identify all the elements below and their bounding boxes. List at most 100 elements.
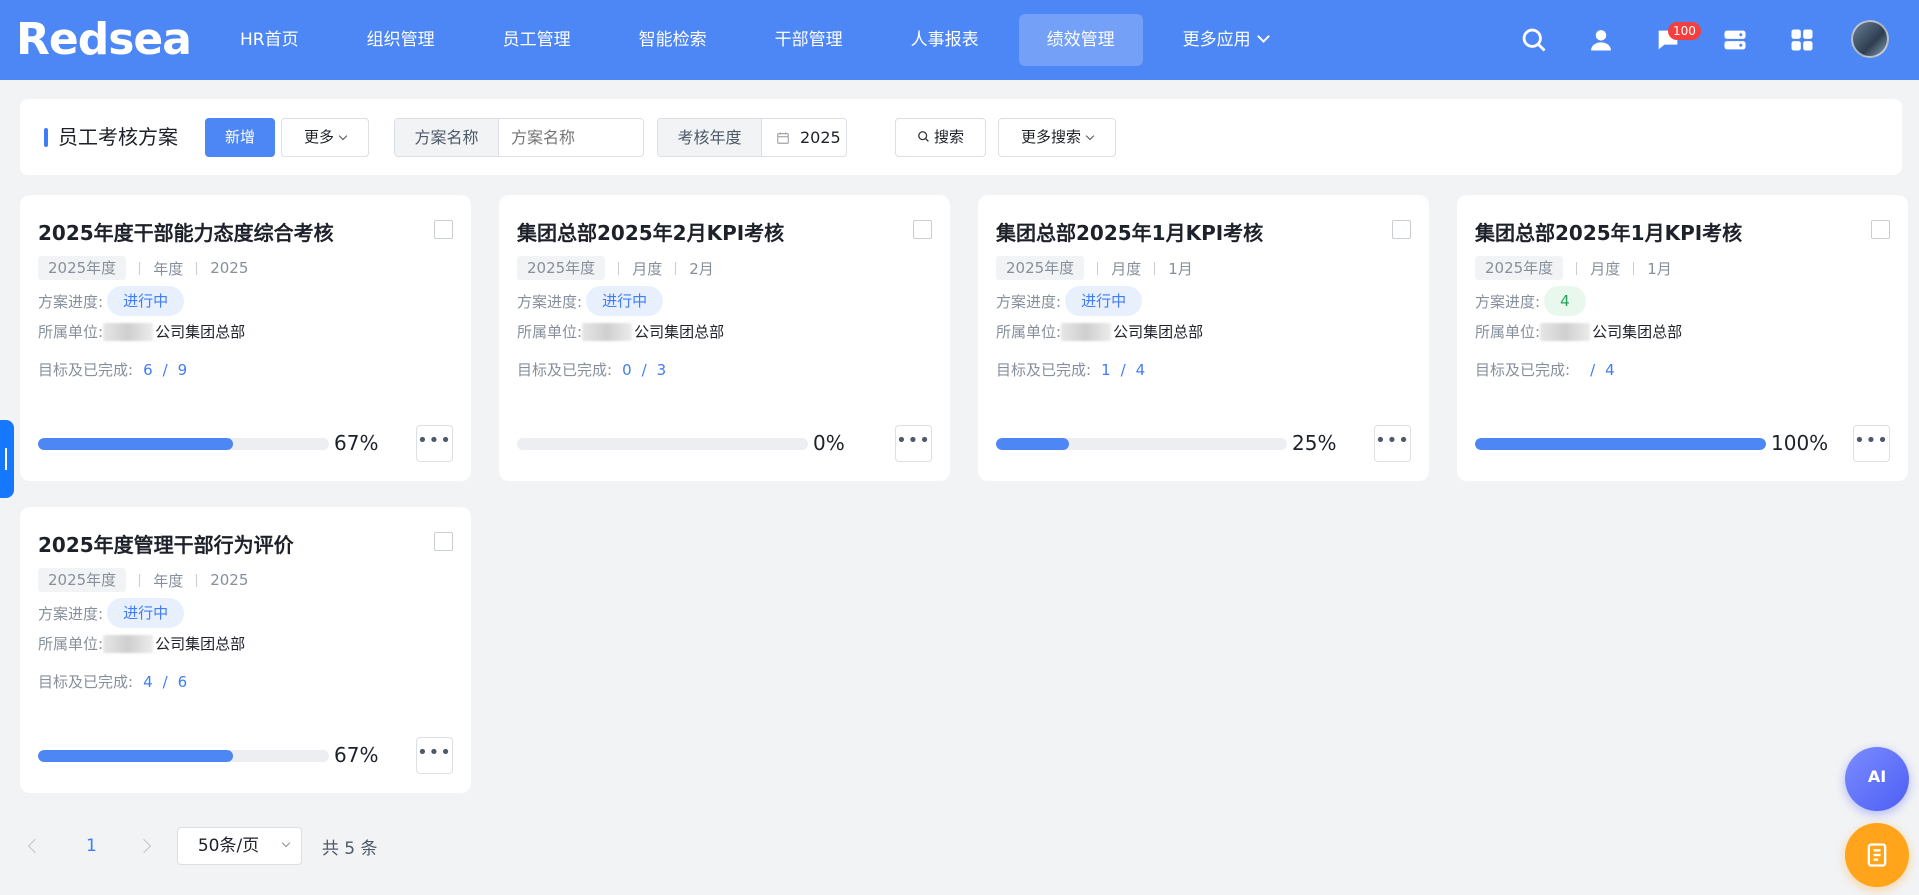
nav-item-org[interactable]: 组织管理 <box>339 14 463 66</box>
year-tag: 2025年度 <box>1475 256 1564 280</box>
divider <box>196 573 198 587</box>
divider <box>139 261 141 275</box>
prev-page-icon[interactable] <box>27 838 43 854</box>
nav-item-performance[interactable]: 绩效管理 <box>1018 14 1143 66</box>
nav-item-cadre[interactable]: 干部管理 <box>747 14 871 66</box>
progress-fill <box>996 438 1069 450</box>
slash: / <box>162 360 168 379</box>
plan-card[interactable]: 2025年度管理干部行为评价 2025年度 年度 2025 方案进度: 进行中 … <box>20 507 471 793</box>
period-tag: 年度 <box>153 259 184 278</box>
more-button[interactable]: 更多 <box>281 118 369 157</box>
goals-done: 6 <box>143 360 153 379</box>
card-more-button[interactable]: ••• <box>416 425 453 462</box>
calendar-icon <box>777 131 789 144</box>
goals-total: 4 <box>1135 360 1146 379</box>
server-icon[interactable] <box>1721 26 1749 54</box>
year-label: 考核年度 <box>658 119 762 156</box>
unit-label: 所属单位: <box>38 635 104 653</box>
progress-bar <box>996 438 1287 450</box>
status-badge: 进行中 <box>1065 286 1143 316</box>
goals-count: 6 / 9 <box>143 361 187 379</box>
plan-card[interactable]: 集团总部2025年2月KPI考核 2025年度 月度 2月 方案进度: 进行中 … <box>499 195 950 481</box>
chevron-down-icon <box>1256 30 1270 43</box>
plan-card[interactable]: 2025年度干部能力态度综合考核 2025年度 年度 2025 方案进度: 进行… <box>20 195 471 481</box>
plan-name-input[interactable] <box>499 119 643 156</box>
apps-icon[interactable] <box>1788 26 1816 54</box>
year-tag: 2025年度 <box>996 256 1085 280</box>
card-checkbox[interactable] <box>1392 220 1411 239</box>
plan-card[interactable]: 集团总部2025年1月KPI考核 2025年度 月度 1月 方案进度: 进行中 … <box>978 195 1429 481</box>
more-search-button[interactable]: 更多搜索 <box>998 118 1116 157</box>
progress-percent: 0% <box>813 431 845 455</box>
card-checkbox[interactable] <box>434 220 453 239</box>
top-nav: Redsea HR首页 组织管理 员工管理 智能检索 干部管理 人事报表 绩效管… <box>0 0 1919 80</box>
unit-label: 所属单位: <box>517 323 583 341</box>
filter-bar: 员工考核方案 新增 更多 方案名称 考核年度 2025 搜索 更多搜索 <box>20 99 1902 175</box>
next-page-icon[interactable] <box>136 838 151 854</box>
year-picker[interactable]: 2025 <box>762 119 841 156</box>
ai-assistant-button[interactable]: AI <box>1845 747 1909 811</box>
pagination: 1 50条/页 共 5 条 <box>27 827 377 865</box>
progress-label: 方案进度: <box>517 292 583 311</box>
sidebar-toggle[interactable] <box>0 420 14 498</box>
slash: / <box>1120 360 1126 379</box>
page-size-select[interactable]: 50条/页 <box>176 827 302 865</box>
progress-bar <box>517 438 808 450</box>
plan-tags: 2025年度 月度 1月 <box>1475 256 1672 280</box>
goals-total: 3 <box>656 360 667 379</box>
goals-done: 1 <box>1101 360 1111 379</box>
plan-card[interactable]: 集团总部2025年1月KPI考核 2025年度 月度 1月 方案进度: 4 所属… <box>1457 195 1908 481</box>
redacted-text <box>103 634 154 653</box>
redsea-logo[interactable]: Redsea <box>16 18 192 62</box>
divider <box>675 261 677 275</box>
goals-row: 目标及已完成: 1 / 4 <box>996 359 1145 380</box>
progress-label: 方案进度: <box>38 292 104 311</box>
card-checkbox[interactable] <box>1871 220 1890 239</box>
goals-count: 0 / 3 <box>622 361 666 379</box>
page-number[interactable]: 1 <box>86 836 97 856</box>
period-value: 2025 <box>210 571 249 589</box>
user-icon[interactable] <box>1587 26 1615 54</box>
unit-row: 所属单位: 公司集团总部 <box>38 633 245 654</box>
year-tag: 2025年度 <box>38 256 127 280</box>
nav-item-hr-home[interactable]: HR首页 <box>212 14 327 66</box>
goals-label: 目标及已完成: <box>996 361 1092 379</box>
page-title: 员工考核方案 <box>44 125 178 149</box>
unit-value: 公司集团总部 <box>1540 321 1682 342</box>
search-icon <box>918 131 929 142</box>
message-icon[interactable]: 100 <box>1654 22 1701 54</box>
goals-total: 4 <box>1605 360 1615 379</box>
user-avatar[interactable] <box>1851 20 1889 58</box>
add-button[interactable]: 新增 <box>205 118 275 157</box>
nav-item-smart-search[interactable]: 智能检索 <box>611 14 735 66</box>
search-icon[interactable] <box>1520 26 1548 54</box>
card-checkbox[interactable] <box>434 532 453 551</box>
plan-name-field: 方案名称 <box>394 118 644 157</box>
card-checkbox[interactable] <box>913 220 932 239</box>
redacted-text <box>582 322 633 341</box>
goals-done: 0 <box>622 360 632 379</box>
nav-item-hr-report[interactable]: 人事报表 <box>883 14 1007 66</box>
goals-row: 目标及已完成: /4 <box>1475 359 1615 380</box>
nav-item-more-apps[interactable]: 更多应用 <box>1155 14 1296 66</box>
progress-bar <box>38 750 329 762</box>
progress-status-row: 方案进度: 进行中 <box>38 598 185 628</box>
card-more-button[interactable]: ••• <box>1374 425 1411 462</box>
redacted-text <box>103 322 154 341</box>
card-more-button[interactable]: ••• <box>1853 425 1890 462</box>
period-value: 2月 <box>689 259 714 278</box>
unit-value: 公司集团总部 <box>103 633 245 654</box>
search-button[interactable]: 搜索 <box>895 118 986 157</box>
goals-row: 目标及已完成: 4 / 6 <box>38 671 187 692</box>
unit-value: 公司集团总部 <box>1061 321 1203 342</box>
card-more-button[interactable]: ••• <box>416 737 453 774</box>
document-icon[interactable] <box>1845 823 1909 887</box>
progress-fill <box>38 438 233 450</box>
status-badge: 进行中 <box>107 286 185 316</box>
status-badge: 进行中 <box>586 286 664 316</box>
progress-percent: 67% <box>334 743 379 767</box>
unit-suffix: 公司集团总部 <box>1592 323 1683 341</box>
card-more-button[interactable]: ••• <box>895 425 932 462</box>
nav-item-employee[interactable]: 员工管理 <box>475 14 599 66</box>
divider <box>1633 261 1635 275</box>
